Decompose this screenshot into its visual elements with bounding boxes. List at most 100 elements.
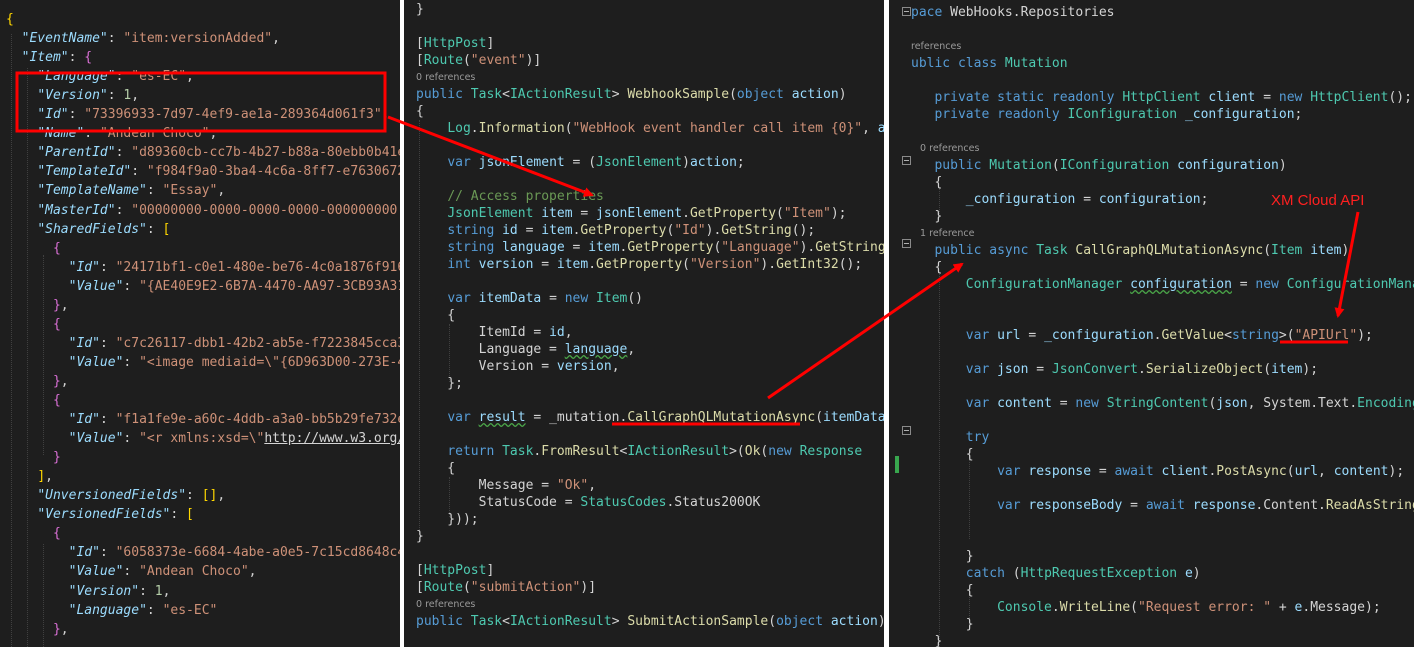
code-token: new: [1075, 396, 1107, 411]
code-token: ]: [486, 36, 495, 51]
code-line: }));: [416, 511, 478, 528]
reference-count[interactable]: 0 references: [416, 72, 475, 84]
code-line: var response = await client.PostAsync(ur…: [911, 463, 1404, 480]
code-token: private readonly: [934, 107, 1068, 122]
code-token: JsonConvert: [1051, 362, 1138, 377]
code-line: Log.Information("WebHook event handler c…: [416, 120, 884, 137]
code-token: jsonElement: [596, 206, 683, 221]
code-token: )]: [525, 53, 542, 68]
code-token: ): [838, 87, 847, 102]
code-line: {: [911, 259, 942, 276]
code-token: (: [462, 580, 471, 595]
code-line: }: [6, 449, 61, 466]
code-token: JsonElement: [596, 155, 683, 170]
code-token: "Value": [68, 564, 124, 580]
code-token: await: [1145, 498, 1193, 513]
code-line: "Id": "24171bf1-c0e1-480e-be76-4c0a1876f…: [6, 259, 400, 276]
code-line: "MasterId": "00000000-0000-0000-0000-000…: [6, 202, 397, 219]
code-token: action: [791, 87, 839, 102]
collapse-toggle-icon[interactable]: [902, 156, 911, 165]
changed-line-marker: [895, 456, 899, 473]
code-token: ]: [37, 469, 46, 485]
code-token: "Essay": [162, 183, 218, 199]
code-token: [: [416, 563, 424, 578]
reference-count[interactable]: 0 references: [911, 143, 979, 155]
collapse-toggle-icon[interactable]: [902, 7, 911, 16]
code-line: [Route("submitAction")]: [416, 579, 596, 596]
code-line: StatusCode = StatusCodes.Status200OK: [416, 494, 761, 511]
code-line: {: [416, 460, 455, 477]
code-token: >(: [729, 444, 745, 459]
code-line: {: [416, 307, 455, 324]
code-token: item: [541, 223, 573, 238]
json-payload-panel: { "EventName": "item:versionAdded", "Ite…: [0, 0, 400, 647]
code-token: HttpClient: [1122, 90, 1209, 105]
code-line: "Name": "Andean Choco",: [6, 125, 217, 142]
code-token: =: [572, 206, 597, 221]
code-token: IConfiguration: [1067, 107, 1185, 122]
code-token: :: [146, 602, 163, 618]
code-token: =: [1122, 498, 1146, 513]
code-token: HttpPost: [423, 36, 487, 51]
code-token: GetString: [721, 223, 792, 238]
code-token: StringContent: [1106, 396, 1209, 411]
reference-count[interactable]: 1 reference: [911, 228, 974, 240]
collapse-toggle-icon[interactable]: [902, 239, 911, 248]
code-token: .: [1138, 362, 1146, 377]
code-token: ): [1341, 243, 1350, 258]
code-token: "Version": [689, 257, 761, 272]
code-line: private readonly IConfiguration _configu…: [911, 106, 1302, 123]
code-line: var content = new StringContent(json, Sy…: [911, 395, 1414, 412]
code-token: ,: [60, 297, 69, 313]
code-token: =: [1075, 192, 1099, 207]
code-token: }: [52, 621, 61, 637]
code-token: "Name": [37, 126, 85, 142]
code-token: object: [776, 614, 831, 629]
code-token: )]: [580, 580, 597, 595]
code-token: json: [997, 362, 1029, 377]
code-token: ;: [736, 155, 745, 170]
collapse-toggle-icon[interactable]: [902, 426, 911, 435]
code-token: [: [186, 507, 194, 523]
reference-count[interactable]: 0 references: [416, 599, 475, 611]
code-token: ): [1192, 566, 1201, 581]
code-token: :: [107, 88, 124, 104]
code-token: SerializeObject: [1145, 362, 1264, 377]
code-line: },: [6, 297, 69, 314]
code-token: response: [1192, 498, 1256, 513]
code-token: (: [1263, 362, 1272, 377]
code-token: item: [1271, 362, 1303, 377]
code-token: itemData: [823, 410, 884, 425]
code-line: string id = item.GetProperty("Id").GetSt…: [416, 222, 815, 239]
code-line: {: [911, 582, 974, 599]
code-token: CallGraphQLMutationAsync: [627, 410, 816, 425]
code-line: }: [911, 633, 942, 647]
reference-count[interactable]: references: [911, 41, 961, 53]
code-token: :: [139, 583, 155, 599]
code-token: private static readonly: [934, 90, 1123, 105]
code-token: var: [447, 410, 479, 425]
code-token: GetProperty: [689, 206, 777, 221]
code-token: var: [997, 498, 1029, 513]
code-token: action: [830, 614, 878, 629]
code-token: Language =: [416, 342, 565, 357]
code-token: .Status200OK: [666, 495, 761, 510]
code-token: :: [68, 50, 85, 66]
code-token: :: [123, 564, 140, 580]
